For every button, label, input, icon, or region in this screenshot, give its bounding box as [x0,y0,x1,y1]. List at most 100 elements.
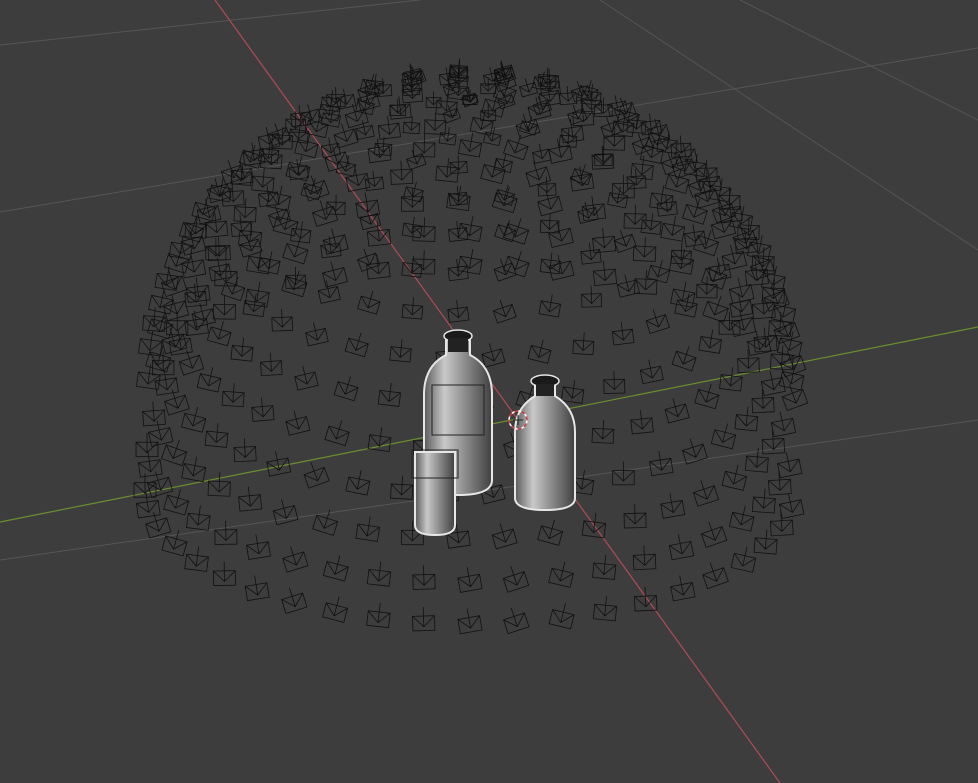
camera-icon [251,168,275,193]
camera-icon [413,133,436,158]
camera-icon [548,254,575,281]
camera-icon [303,175,330,202]
camera-icon [180,229,207,256]
camera-icon [770,411,797,438]
camera-icon [781,384,809,412]
camera-icon [660,216,686,242]
camera-icon [281,587,308,615]
camera-icon [163,294,190,322]
camera-icon [345,470,371,496]
camera-icon [719,367,743,392]
camera-icon [751,488,776,514]
camera-icon [163,389,190,416]
camera-icon [154,265,179,292]
camera-icon [502,566,530,593]
camera-icon [728,277,755,304]
camera-icon [649,451,674,477]
camera-icon [527,96,552,121]
camera-icon [751,247,775,272]
camera-icon [494,184,516,206]
camera-icon [412,565,436,590]
camera-icon [592,596,618,622]
camera-icon [326,194,346,215]
camera-icon [548,221,574,248]
camera-icon [161,529,188,557]
camera-icon [721,464,748,491]
bottle-small[interactable] [411,449,459,537]
camera-icon [344,332,369,358]
camera-icon [645,309,670,334]
camera-icon [730,546,757,573]
camera-icon [633,270,658,295]
camera-icon [613,97,637,121]
camera-icon [207,236,231,261]
grid-line [0,47,978,213]
camera-icon [322,596,348,623]
camera-icon [230,337,254,362]
camera-icon [660,493,686,519]
camera-icon [214,520,238,545]
camera-icon [180,407,207,433]
camera-icon [503,134,529,161]
camera-icon [668,534,695,561]
camera-icon [238,486,263,512]
camera-icon [581,92,603,115]
camera-icon [457,567,483,593]
camera-icon [581,285,603,308]
camera-icon [206,178,232,204]
camera-icon [527,339,552,364]
camera-icon [135,433,159,458]
camera-icon [212,561,236,586]
camera-icon [191,196,216,222]
bottle-medium[interactable] [514,374,576,512]
camera-icon [670,575,696,602]
camera-icon [457,248,483,275]
camera-icon [186,505,211,531]
camera-icon [312,509,339,536]
camera-icon [303,462,330,489]
camera-icon [649,185,674,211]
camera-icon [412,250,436,275]
camera-icon [730,310,757,338]
camera-icon [148,288,174,315]
camera-icon [305,322,329,347]
camera-icon [558,128,578,148]
camera-icon [462,89,478,105]
camera-icon [355,516,381,542]
camera-icon [728,505,755,532]
camera-icon [260,352,283,377]
camera-icon [137,452,163,478]
camera-icon [612,174,635,199]
camera-icon [502,218,530,245]
camera-icon [670,281,696,308]
camera-icon [322,261,348,288]
camera-icon [737,349,760,374]
camera-icon [537,190,563,217]
camera-icon [290,221,312,244]
camera-icon [737,216,760,241]
camera-icon [294,365,319,391]
camera-icon [412,217,436,242]
camera-icon [178,350,205,376]
camera-icon [639,359,664,385]
camera-icon [207,472,231,497]
camera-icon [442,105,461,124]
camera-icon [258,185,280,208]
camera-icon [285,410,311,436]
camera-icon [503,250,530,278]
camera-icon [366,254,391,280]
camera-icon [390,475,414,500]
camera-icon [581,196,607,222]
camera-icon [322,555,349,582]
camera-icon [664,398,690,424]
camera-icon [611,322,635,346]
camera-icon [389,339,412,363]
camera-icon [592,260,618,287]
camera-icon [390,160,414,185]
camera-icon [181,252,207,279]
camera-icon [282,237,309,265]
3d-viewport[interactable] [0,0,978,783]
camera-icon [548,603,575,630]
viewport-scene[interactable] [0,0,978,783]
camera-icon [133,473,157,498]
